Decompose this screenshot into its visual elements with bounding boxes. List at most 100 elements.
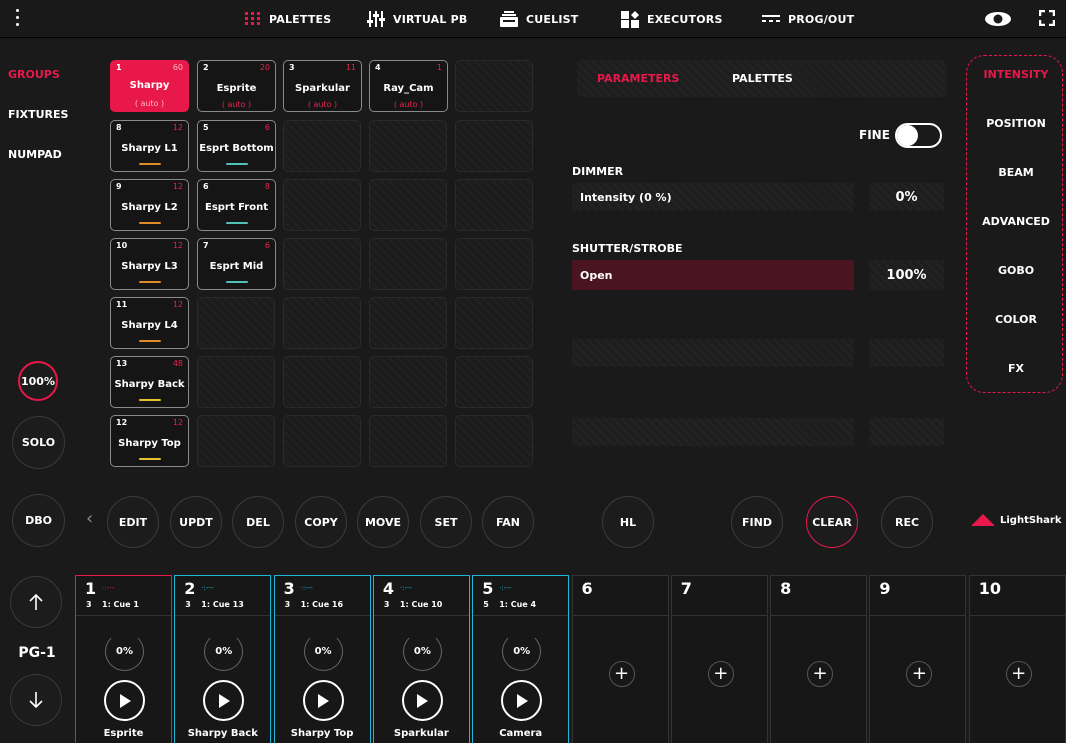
dimmer-value[interactable]: 0% — [869, 183, 944, 211]
tab-cuelist[interactable]: CUELIST — [500, 10, 578, 28]
group-button[interactable]: 11 12 Sharpy L4 — [110, 297, 189, 349]
shutter-value[interactable]: 100% — [869, 260, 944, 290]
empty-group-cell[interactable] — [197, 415, 275, 467]
move-button[interactable]: MOVE — [357, 496, 409, 548]
tab-palettes[interactable]: PALETTES — [245, 10, 331, 28]
empty-group-cell[interactable] — [369, 238, 447, 290]
play-button[interactable] — [302, 680, 344, 721]
group-button[interactable]: 7 6 Esprt Mid — [197, 238, 276, 290]
group-button[interactable]: 5 6 Esprt Bottom — [197, 120, 276, 172]
empty-group-cell[interactable] — [455, 120, 533, 172]
dbo-button[interactable]: DBO — [12, 494, 65, 547]
sidebar-item-groups[interactable]: GROUPS — [8, 68, 60, 81]
group-button[interactable]: 12 12 Sharpy Top — [110, 415, 189, 467]
add-executor-button[interactable]: + — [707, 661, 734, 687]
edit-button[interactable]: EDIT — [107, 496, 159, 548]
empty-group-cell[interactable] — [283, 238, 361, 290]
page-down-button[interactable] — [10, 674, 62, 726]
set-button[interactable]: SET — [420, 496, 472, 548]
group-button[interactable]: 6 8 Esprt Front — [197, 179, 276, 231]
empty-group-cell[interactable] — [369, 356, 447, 408]
tab-prog-out[interactable]: PROG/OUT — [762, 10, 854, 28]
play-button[interactable] — [203, 680, 245, 721]
empty-group-cell[interactable] — [283, 415, 361, 467]
del-button[interactable]: DEL — [232, 496, 284, 548]
empty-group-cell[interactable] — [369, 415, 447, 467]
group-button[interactable]: 9 12 Sharpy L2 — [110, 179, 189, 231]
empty-group-cell[interactable] — [283, 179, 361, 231]
executor-8[interactable]: 8 + — [770, 575, 868, 743]
empty-group-cell[interactable] — [197, 356, 275, 408]
fine-toggle[interactable] — [895, 123, 942, 148]
menu-kebab-icon[interactable] — [14, 9, 20, 29]
eye-icon[interactable] — [984, 11, 1012, 27]
group-button[interactable]: 1 60 Sharpy ( auto ) — [110, 60, 189, 112]
executor-level-knob[interactable]: 0% — [303, 632, 343, 671]
attribute-color[interactable]: COLOR — [970, 313, 1062, 326]
shutter-row[interactable]: Open — [572, 260, 854, 290]
attribute-fx[interactable]: FX — [970, 362, 1062, 375]
empty-group-cell[interactable] — [197, 297, 275, 349]
executor-2[interactable]: 2 ·:--- 3 1: Cue 13 0% Sharpy Back — [174, 575, 272, 743]
executor-level-knob[interactable]: 0% — [105, 632, 144, 671]
attribute-advanced[interactable]: ADVANCED — [970, 215, 1062, 228]
empty-group-cell[interactable] — [369, 120, 447, 172]
empty-group-cell[interactable] — [283, 120, 361, 172]
dimmer-row[interactable]: Intensity (0 %) — [572, 183, 854, 211]
hl-button[interactable]: HL — [602, 496, 654, 548]
group-button[interactable]: 8 12 Sharpy L1 — [110, 120, 189, 172]
empty-group-cell[interactable] — [283, 356, 361, 408]
chevron-left-icon[interactable]: ‹ — [86, 508, 93, 529]
find-button[interactable]: FIND — [731, 496, 783, 548]
executor-9[interactable]: 9 + — [869, 575, 967, 743]
clear-button[interactable]: CLEAR — [806, 496, 858, 548]
empty-group-cell[interactable] — [455, 297, 533, 349]
empty-group-cell[interactable] — [369, 179, 447, 231]
empty-group-cell[interactable] — [369, 297, 447, 349]
group-button[interactable]: 4 1 Ray_Cam ( auto ) — [369, 60, 448, 112]
master-level-knob[interactable]: 100% — [18, 361, 58, 401]
executor-3[interactable]: 3 ·:--- 3 1: Cue 16 0% Sharpy Top — [273, 575, 371, 743]
executor-1[interactable]: 1 ·:--- 3 1: Cue 1 0% Esprite — [75, 575, 172, 743]
add-executor-button[interactable]: + — [1005, 661, 1032, 687]
updt-button[interactable]: UPDT — [170, 496, 222, 548]
add-executor-button[interactable]: + — [608, 661, 635, 687]
play-button[interactable] — [501, 680, 543, 721]
add-executor-button[interactable]: + — [807, 661, 834, 687]
executor-10[interactable]: 10 + — [968, 575, 1066, 743]
sidebar-item-numpad[interactable]: NUMPAD — [8, 148, 62, 161]
group-button[interactable]: 2 20 Esprite ( auto ) — [197, 60, 276, 112]
executor-4[interactable]: 4 ·:--- 3 1: Cue 10 0% Sparkular — [372, 575, 470, 743]
page-up-button[interactable] — [10, 576, 62, 628]
rec-button[interactable]: REC — [881, 496, 933, 548]
play-button[interactable] — [401, 680, 443, 721]
tab-param-palettes[interactable]: PALETTES — [732, 72, 793, 85]
executor-level-knob[interactable]: 0% — [502, 632, 542, 671]
copy-button[interactable]: COPY — [295, 496, 347, 548]
attribute-gobo[interactable]: GOBO — [970, 264, 1062, 277]
group-button[interactable]: 3 11 Sparkular ( auto ) — [283, 60, 362, 112]
group-button[interactable]: 10 12 Sharpy L3 — [110, 238, 189, 290]
executor-5[interactable]: 5 ·:--- 5 1: Cue 4 0% Camera — [472, 575, 570, 743]
empty-group-cell[interactable] — [455, 415, 533, 467]
attribute-intensity[interactable]: INTENSITY — [970, 68, 1062, 81]
empty-group-cell[interactable] — [283, 297, 361, 349]
solo-button[interactable]: SOLO — [12, 416, 65, 469]
add-executor-button[interactable]: + — [906, 661, 933, 687]
executor-7[interactable]: 7 + — [670, 575, 768, 743]
tab-parameters[interactable]: PARAMETERS — [597, 72, 679, 85]
executor-level-knob[interactable]: 0% — [204, 632, 244, 671]
group-button[interactable]: 13 48 Sharpy Back — [110, 356, 189, 408]
executor-6[interactable]: 6 + — [571, 575, 669, 743]
attribute-beam[interactable]: BEAM — [970, 166, 1062, 179]
empty-group-cell[interactable] — [455, 238, 533, 290]
tab-executors[interactable]: EXECUTORS — [621, 10, 723, 28]
play-button[interactable] — [104, 680, 145, 721]
fullscreen-icon[interactable] — [1039, 10, 1055, 26]
sidebar-item-fixtures[interactable]: FIXTURES — [8, 108, 68, 121]
tab-virtual-pb[interactable]: VIRTUAL PB — [367, 10, 467, 28]
attribute-position[interactable]: POSITION — [970, 117, 1062, 130]
empty-group-cell[interactable] — [455, 179, 533, 231]
executor-level-knob[interactable]: 0% — [402, 632, 442, 671]
empty-group-cell[interactable] — [455, 356, 533, 408]
